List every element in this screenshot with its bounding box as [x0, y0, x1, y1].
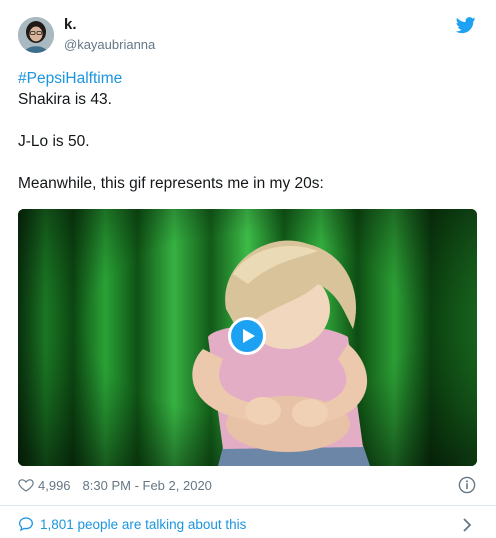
display-name[interactable]: k. [64, 16, 77, 34]
tweet-meta: 4,996 8:30 PM - Feb 2, 2020 [18, 476, 212, 494]
tweet-line: Shakira is 43. [18, 91, 112, 108]
divider [0, 505, 496, 506]
chevron-right-icon[interactable] [462, 517, 472, 533]
tweet-line: J-Lo is 50. [18, 133, 90, 150]
speech-bubble-icon [19, 517, 33, 532]
tweet-text: #PepsiHalftime Shakira is 43. J-Lo is 50… [18, 68, 478, 194]
twitter-bird-icon[interactable] [455, 17, 476, 34]
play-icon[interactable] [228, 317, 266, 355]
tweet-card: k. @kayaubrianna #PepsiHalftime Shakira … [0, 0, 496, 538]
tweet-line: Meanwhile, this gif represents me in my … [18, 175, 324, 192]
heart-icon[interactable] [18, 477, 34, 493]
avatar[interactable] [18, 17, 54, 53]
user-handle[interactable]: @kayaubrianna [64, 37, 155, 53]
like-count[interactable]: 4,996 [38, 478, 71, 493]
conversation-link[interactable]: 1,801 people are talking about this [18, 516, 246, 532]
tweet-timestamp[interactable]: 8:30 PM - Feb 2, 2020 [83, 478, 212, 493]
hashtag-link[interactable]: #PepsiHalftime [18, 68, 478, 89]
conversation-count: 1,801 people are talking about this [40, 516, 247, 532]
info-icon[interactable] [458, 476, 476, 494]
